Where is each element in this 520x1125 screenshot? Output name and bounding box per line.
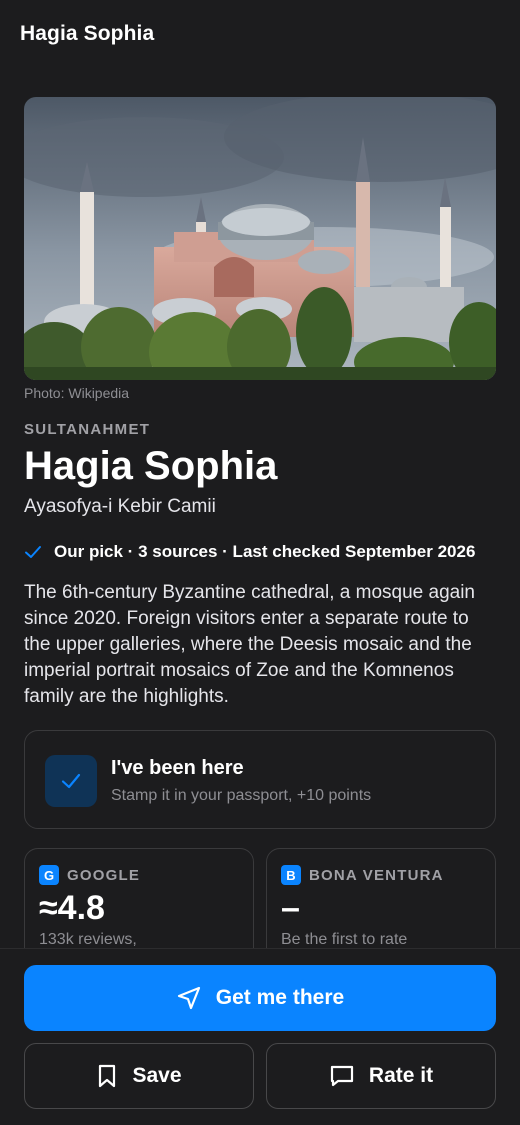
bookmark-icon (96, 1063, 118, 1089)
photo-credit: Photo: Wikipedia (24, 385, 130, 401)
hero-photo[interactable] (24, 97, 496, 380)
checkmark-icon (24, 543, 42, 561)
rating-source-name: GOOGLE (67, 866, 141, 884)
bottom-action-bar: Get me there Save Rate it (0, 948, 520, 1125)
save-button[interactable]: Save (24, 1043, 254, 1109)
rate-it-label: Rate it (368, 1064, 434, 1087)
rating-source: G GOOGLE (39, 865, 140, 885)
been-here-title: I've been here (111, 757, 244, 779)
been-here-subtitle: Stamp it in your passport, +10 points (111, 787, 372, 804)
place-alt-name: Ayasofya-i Kebir Camii (24, 496, 216, 517)
hagia-sophia-photo (24, 97, 496, 380)
been-here-card[interactable]: I've been here Stamp it in your passport… (24, 730, 496, 829)
pick-summary: Our pick · 3 sources · Last checked Sept… (54, 542, 476, 561)
bona-ventura-badge-icon: B (281, 865, 301, 885)
get-me-there-button[interactable]: Get me there (24, 965, 496, 1031)
our-pick-row: Our pick · 3 sources · Last checked Sept… (24, 540, 475, 564)
district-label: SULTANAHMET (24, 421, 151, 438)
comment-icon (329, 1064, 355, 1088)
place-name: Hagia Sophia (24, 444, 278, 488)
checkmark-icon (60, 770, 82, 792)
google-badge-icon: G (39, 865, 59, 885)
page-title: Hagia Sophia (20, 22, 155, 45)
navigation-arrow-icon (176, 985, 202, 1011)
rating-note: 133k reviews, (39, 931, 137, 948)
get-me-there-label: Get me there (215, 986, 345, 1009)
top-bar: Hagia Sophia (0, 0, 520, 72)
rating-score: ≈4.8 (39, 889, 105, 927)
rating-note: Be the first to rate (281, 931, 408, 948)
save-label: Save (132, 1064, 182, 1087)
rating-source-name: BONA VENTURA (309, 866, 444, 884)
rating-source: B BONA VENTURA (281, 865, 444, 885)
rating-score: – (281, 889, 300, 927)
stamp-checkbox[interactable] (45, 755, 97, 807)
place-description: The 6th-century Byzantine cathedral, a m… (24, 582, 475, 707)
rate-it-button[interactable]: Rate it (266, 1043, 496, 1109)
